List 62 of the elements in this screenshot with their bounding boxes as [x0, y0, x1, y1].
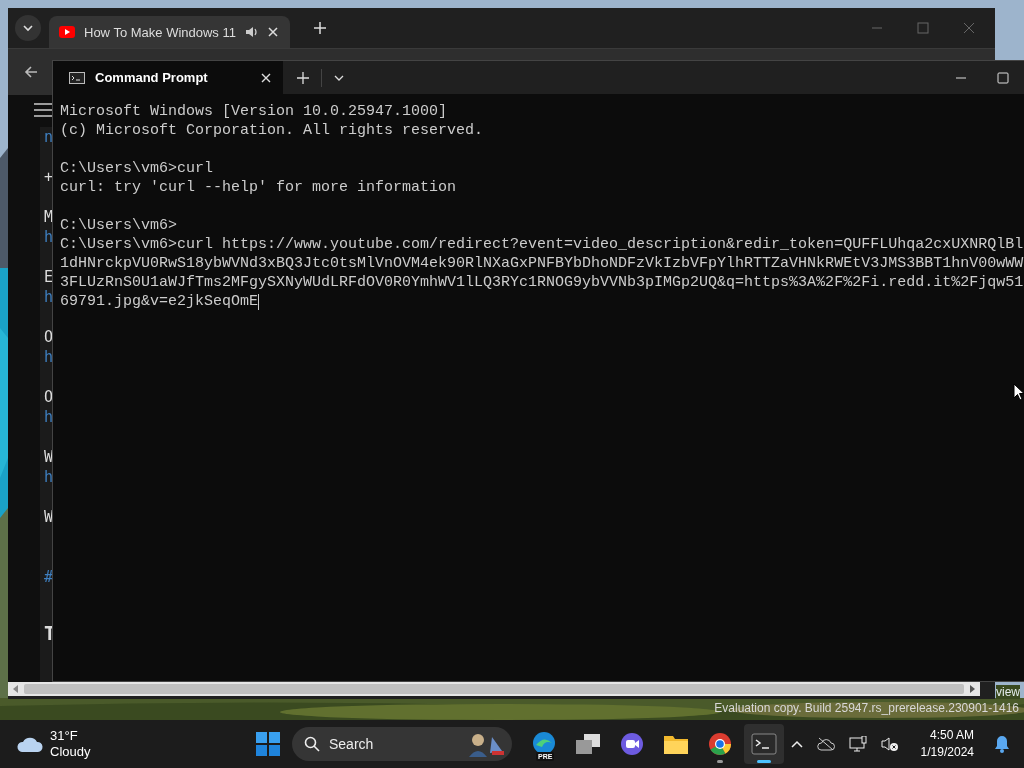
link-text[interactable]: h	[44, 347, 54, 367]
link-text[interactable]: h	[44, 407, 54, 427]
link-text[interactable]: h	[44, 467, 54, 487]
play-logo-icon	[59, 26, 75, 38]
new-tab-icon[interactable]	[297, 71, 309, 84]
scroll-right-icon[interactable]	[968, 685, 976, 693]
folder-icon	[663, 733, 689, 755]
windows-start-icon[interactable]	[256, 732, 280, 756]
tab-title: How To Make Windows 11	[84, 24, 236, 40]
console-line: curl: try 'curl --help' for more information	[60, 178, 457, 197]
cloud-off-icon[interactable]	[816, 737, 835, 751]
chevron-down-icon	[22, 22, 34, 34]
tab-list-button[interactable]	[15, 15, 41, 41]
console-line: 1dHNrckpVU0RwS18ybWVNd3xBQ3Jtc0tsMlVnOVM4ek90RlNXaGxPNFBYbDhoNDFzVkIzbVFpYlhRTTZaVHNkRWEtV3JMS3BBT1hnV00wWW	[60, 254, 1024, 273]
heading-text: M	[44, 207, 54, 227]
console-line: C:\Users\vm6>curl	[60, 159, 214, 178]
time-text: 4:50 AM	[929, 727, 974, 744]
heading-text: E	[44, 267, 54, 287]
volume-muted-icon[interactable]	[880, 736, 899, 752]
console-icon	[69, 71, 85, 84]
link-text[interactable]: h	[44, 227, 54, 247]
horizontal-scrollbar[interactable]	[8, 682, 980, 696]
chevron-up-icon[interactable]	[790, 740, 803, 748]
clock[interactable]: 4:50 AM 1/19/2024	[920, 727, 974, 761]
taskbar-app[interactable]	[744, 724, 784, 764]
link-text[interactable]: #	[44, 567, 54, 587]
search-highlight-icon	[466, 731, 506, 757]
console-line: C:\Users\vm6>curl https://www.youtube.com/redirect?event=video_description&redir_token=QUFFLUhqa2cxUXNRQlBl	[60, 235, 1024, 254]
video-chat-icon	[620, 732, 644, 756]
terminal-icon	[751, 733, 777, 755]
text-cursor	[258, 293, 260, 310]
bell-icon[interactable]	[994, 735, 1010, 753]
weather-widget[interactable]: 31°F Cloudy	[0, 726, 99, 762]
stacked-windows-icon	[575, 733, 601, 755]
browser-tab[interactable]: How To Make Windows 11	[49, 16, 290, 48]
date-text: 1/19/2024	[920, 744, 974, 761]
heading-text: O	[44, 387, 54, 407]
tab-title: Command Prompt	[95, 70, 209, 85]
condition-text: Cloudy	[50, 744, 91, 760]
speaker-icon[interactable]	[245, 25, 259, 39]
terminal-tab[interactable]: Command Prompt	[53, 61, 283, 94]
console-line: C:\Users\vm6>	[60, 216, 178, 235]
watermark-text: Evaluation copy. Build 25947.rs_prerelease.230901-1416	[714, 701, 1019, 715]
temperature-text: 31°F	[50, 728, 79, 744]
console-line: Microsoft Windows [Version 10.0.25947.1000]	[60, 102, 448, 121]
circle-logo-icon	[708, 732, 732, 756]
console-line: 69791.jpg&v=e2jkSeqOmE	[60, 292, 259, 311]
back-arrow-icon[interactable]	[24, 65, 38, 79]
link-text[interactable]: n	[44, 127, 54, 147]
search-icon	[304, 736, 320, 752]
menu-icon[interactable]	[34, 103, 52, 117]
heading-text: O	[44, 327, 54, 347]
corner-text: view	[996, 685, 1020, 699]
console-line: 3FLUzRnS0U1aWJfTms2MFgySXNyWUdLRFdOV0R0YmhWV1lLQ3RYc1RNOG9ybVVNb3pIMGp2UQ&q=https%3A%2F%2Fi.redd.it%2Fjqw51	[60, 273, 1024, 292]
heading-text: +	[44, 167, 54, 187]
console-line: (c) Microsoft Corporation. All rights reserved.	[60, 121, 484, 140]
scrollbar-thumb[interactable]	[24, 684, 964, 694]
scroll-left-icon[interactable]	[12, 685, 20, 693]
new-tab-icon[interactable]	[314, 22, 326, 34]
monitor-icon[interactable]	[848, 736, 867, 752]
search-field[interactable]: Search	[292, 727, 512, 761]
link-text[interactable]: h	[44, 287, 54, 307]
